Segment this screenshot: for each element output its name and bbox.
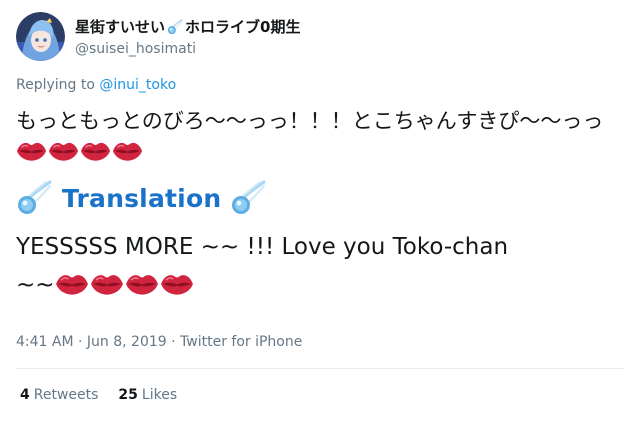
divider [16,368,624,369]
tweet-time[interactable]: 4:41 AM [16,334,74,350]
translation-label: Translation [62,183,222,213]
likes-stat[interactable]: 25 Likes [118,386,177,404]
display-name-part2: ホロライブ0期生 [185,17,301,36]
tweet-source[interactable]: Twitter for iPhone [180,334,302,350]
translation-heading: Translation [16,176,266,220]
comet-icon [167,19,183,35]
meta-separator: · [73,334,87,350]
tweet-text-en-line2-row: ~~ [16,266,626,304]
replying-to: Replying to @inui_toko [16,76,176,94]
user-handle[interactable]: @suisei_hosimati [75,40,300,58]
retweets-stat[interactable]: 4 Retweets [20,386,98,404]
display-name-part1: 星街すいせい [75,17,166,36]
replying-prefix: Replying to [16,77,100,93]
kiss-mark-icon [55,272,89,296]
tweet-card: 星街すいせい ホロライブ0期生 @suisei_hosimati Replyin… [0,0,640,421]
kiss-mark-icon [48,140,79,162]
kiss-mark-icon [80,140,111,162]
tweet-date[interactable]: Jun 8, 2019 [87,334,167,350]
likes-label: Likes [141,387,178,403]
user-names: 星街すいせい ホロライブ0期生 @suisei_hosimati [75,16,300,58]
retweets-count: 4 [20,387,30,403]
tweet-text-jp: もっともっとのびろ〜〜っっ！！！とこちゃんすきぴ〜〜っっ [16,109,604,133]
tweet-text-english: YESSSSS MORE ~~ !!! Love you Toko-chan ~… [16,228,626,304]
tweet-text-en-line1: YESSSSS MORE ~~ !!! Love you Toko-chan [16,234,509,260]
user-avatar-icon[interactable] [16,12,65,61]
kiss-mark-icon [90,272,124,296]
reply-mention-link[interactable]: @inui_toko [99,77,176,93]
tweet-text-japanese: もっともっとのびろ〜〜っっ！！！とこちゃんすきぴ〜〜っっ [16,106,626,166]
comet-icon [230,180,266,216]
likes-count: 25 [118,387,138,403]
display-name[interactable]: 星街すいせい ホロライブ0期生 [75,16,300,38]
retweets-label: Retweets [33,387,99,403]
comet-icon [16,180,52,216]
tweet-stats: 4 Retweets 25 Likes [20,386,197,404]
kiss-mark-icon [16,140,47,162]
kiss-mark-icon [160,272,194,296]
tweet-metadata: 4:41 AM · Jun 8, 2019 · Twitter for iPho… [16,333,302,351]
tweet-text-en-line2: ~~ [16,272,55,298]
tweet-header: 星街すいせい ホロライブ0期生 @suisei_hosimati [16,12,300,61]
kiss-mark-icon [125,272,159,296]
kiss-mark-icon [112,140,143,162]
meta-separator: · [166,334,181,350]
